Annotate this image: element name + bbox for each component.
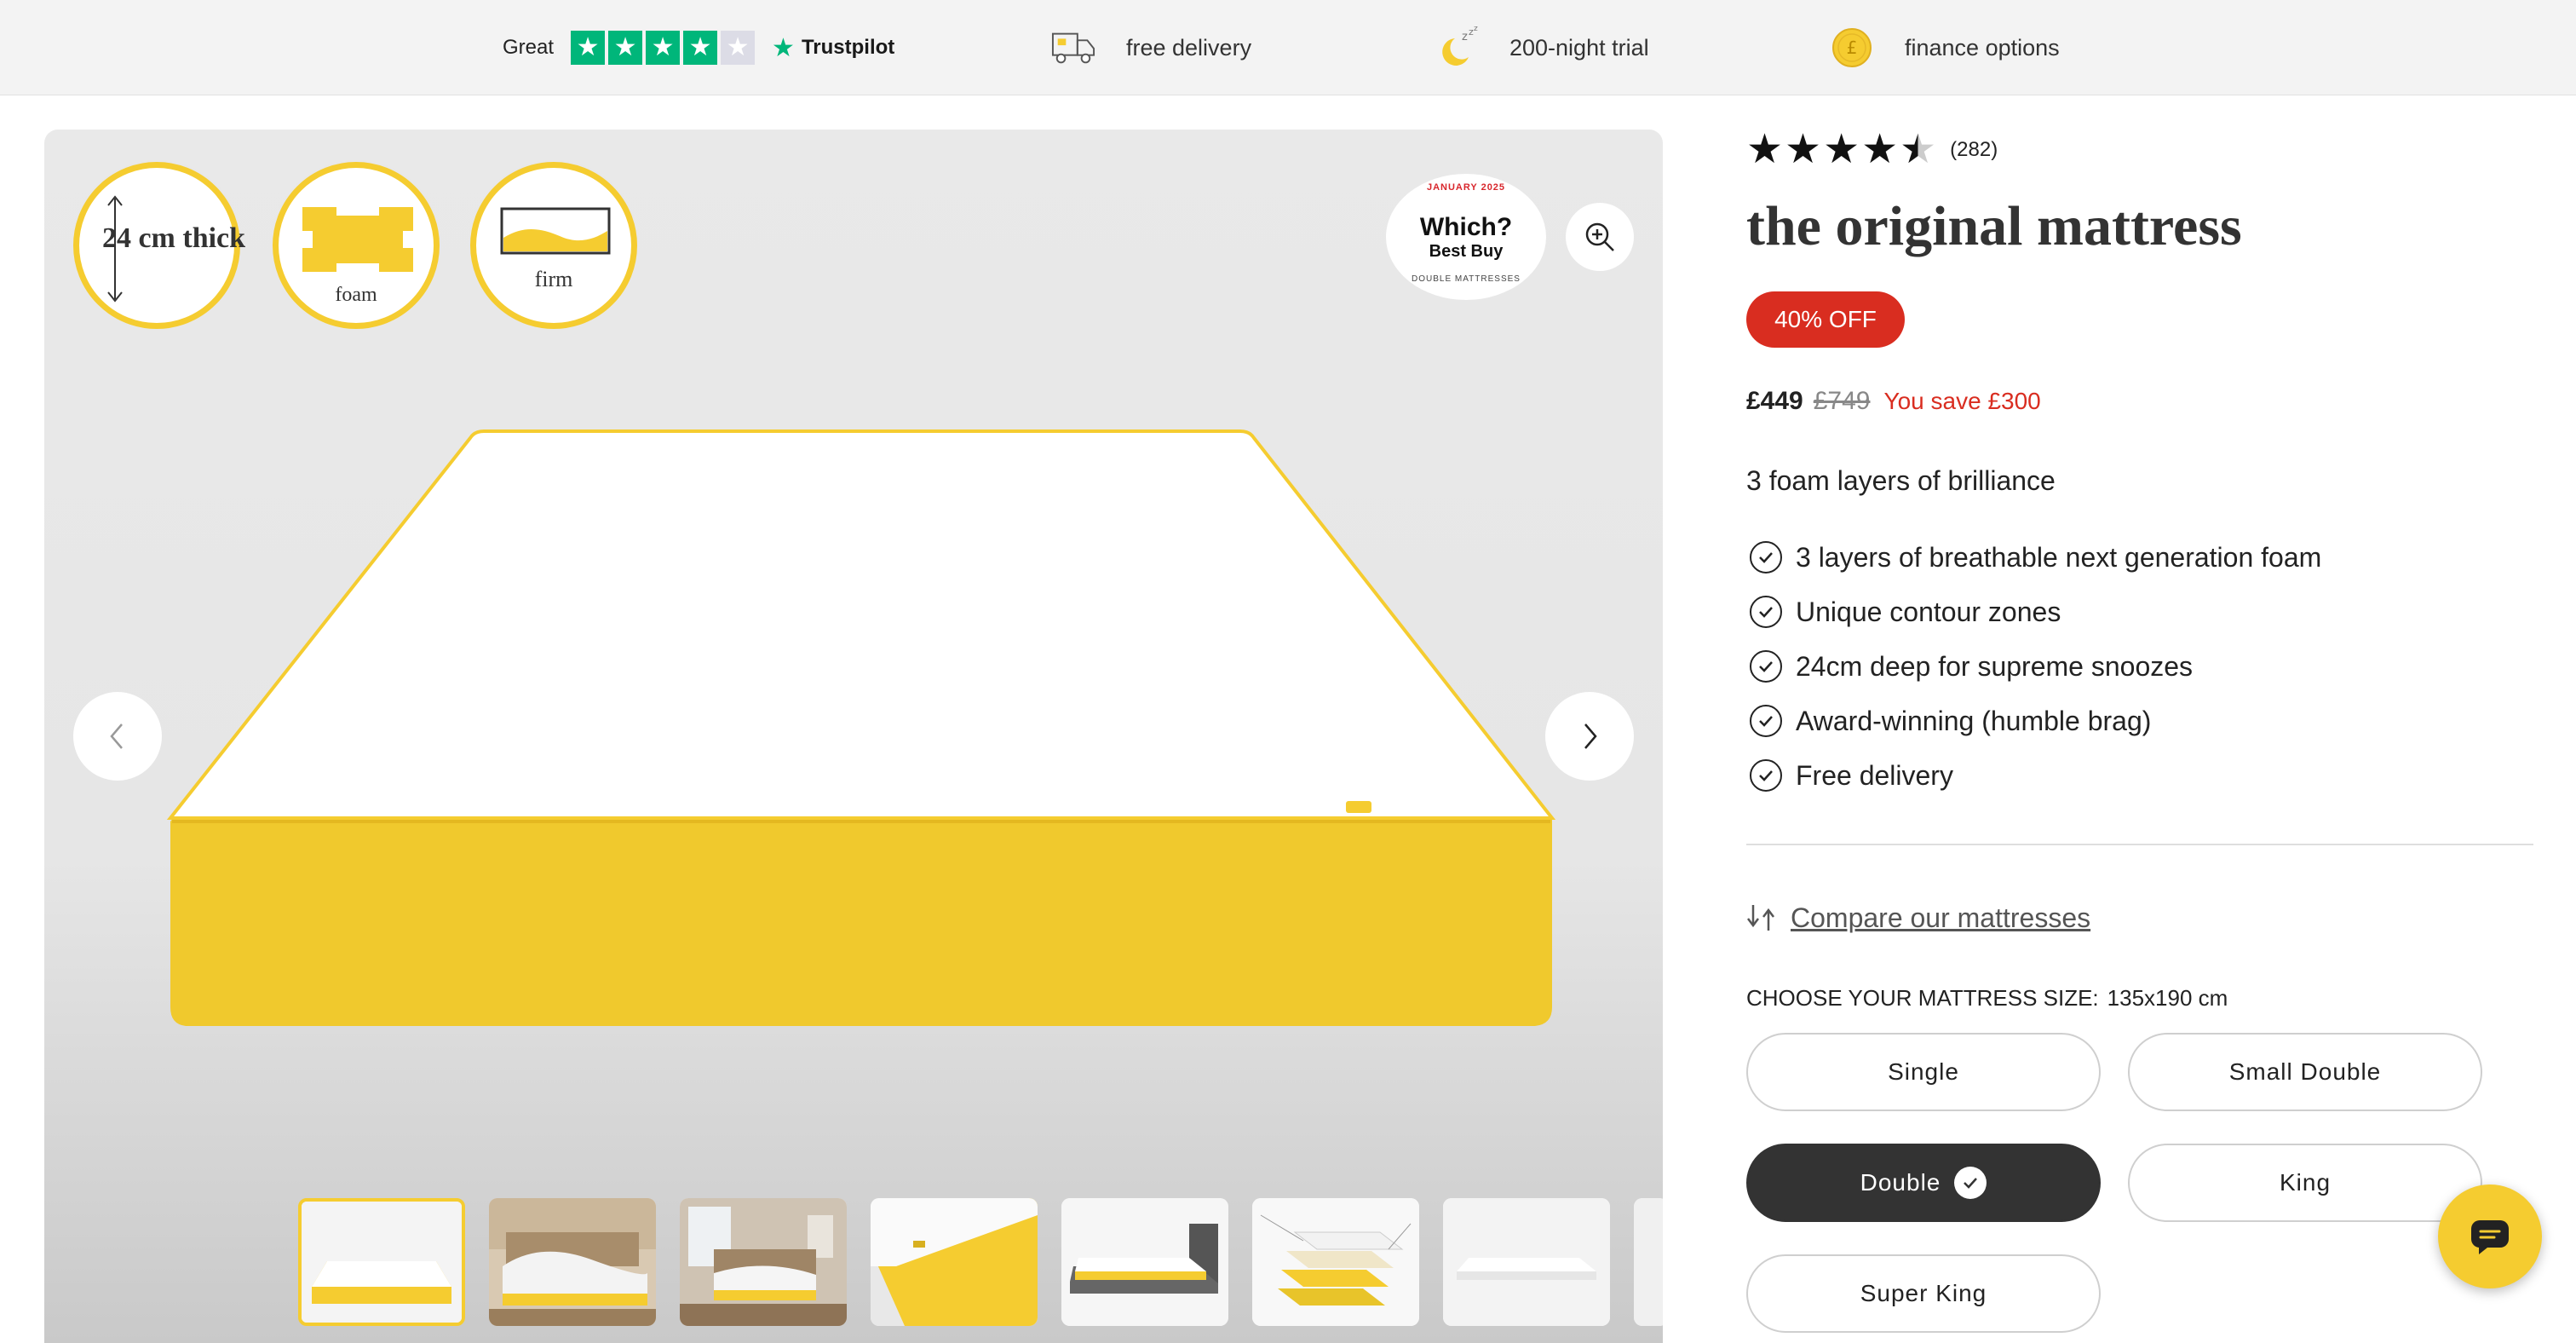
check-circle-icon: [1750, 596, 1782, 628]
size-label: CHOOSE YOUR MATTRESS SIZE:: [1746, 985, 2099, 1011]
trustpilot-brand-label: Trustpilot: [801, 36, 895, 59]
feature-list: 3 layers of breathable next generation f…: [1746, 530, 2321, 803]
feature-text: Free delivery: [1796, 759, 1953, 791]
pound-coin-icon: £: [1830, 26, 1874, 70]
size-option-label: Single: [1888, 1058, 1959, 1085]
usp-label: 200-night trial: [1509, 34, 1649, 61]
compare-mattresses[interactable]: Compare our mattresses: [1746, 902, 2090, 934]
check-icon: [1954, 1167, 1987, 1199]
review-count: (282): [1950, 138, 1998, 161]
moon-sleep-icon: zzz: [1435, 26, 1479, 70]
size-option-label: Super King: [1860, 1280, 1987, 1306]
check-circle-icon: [1750, 705, 1782, 737]
feature-text: Award-winning (humble brag): [1796, 705, 2152, 736]
compare-arrows-icon: [1747, 905, 1774, 931]
chevron-right-icon: [1584, 723, 1597, 749]
size-option-king[interactable]: King: [2128, 1144, 2482, 1222]
thumbnail-partial[interactable]: [1634, 1198, 1663, 1326]
list-item: Award-winning (humble brag): [1746, 694, 2321, 748]
star-icon: ★: [571, 31, 606, 65]
check-circle-icon: [1750, 759, 1782, 792]
star-half-icon: ★: [1900, 127, 1937, 172]
usp-free-delivery: free delivery: [1051, 0, 1251, 95]
chat-button[interactable]: [2438, 1184, 2542, 1288]
usp-label: finance options: [1905, 34, 2060, 61]
compare-link[interactable]: Compare our mattresses: [1791, 902, 2090, 934]
thumbnail-grey-bed-frame[interactable]: [1061, 1198, 1228, 1326]
saving-text: You save £300: [1883, 388, 2041, 414]
star-icon: ★: [1746, 127, 1784, 172]
product-title: the original mattress: [1746, 195, 2242, 257]
usp-label: free delivery: [1126, 34, 1252, 61]
list-item: Unique contour zones: [1746, 585, 2321, 639]
was-price: £749: [1813, 387, 1871, 415]
divider: [1746, 844, 2533, 845]
thumbnail-mattress[interactable]: [298, 1198, 465, 1326]
trustpilot-widget[interactable]: Great ★ ★ ★ ★ ★ ★ Trustpilot: [503, 0, 894, 95]
svg-text:z: z: [1462, 31, 1468, 43]
price-row: £449 £749 You save £300: [1746, 387, 2041, 416]
feature-text: Unique contour zones: [1796, 596, 2061, 627]
product-image-gallery[interactable]: 24 cm thick foam firm JANUARY 2025 Which…: [44, 130, 1663, 1343]
star-icon: ★: [683, 31, 718, 65]
trustpilot-rating-word: Great: [503, 36, 555, 59]
trustpilot-star-icon: ★: [772, 33, 795, 62]
review-rating[interactable]: ★ ★ ★ ★ ★ (282): [1746, 130, 1998, 170]
size-heading: CHOOSE YOUR MATTRESS SIZE: 135x190 cm: [1746, 985, 2228, 1012]
thumbnail-layers-diagram[interactable]: [1252, 1198, 1419, 1326]
list-item: 3 layers of breathable next generation f…: [1746, 530, 2321, 585]
star-icon: ★: [646, 31, 681, 65]
size-option-small-double[interactable]: Small Double: [2128, 1033, 2482, 1111]
thumbnail-mattress-corner[interactable]: [871, 1198, 1038, 1326]
mattress-main-image: [166, 429, 1556, 1026]
thumbnail-mattress-white[interactable]: [1443, 1198, 1610, 1326]
svg-text:£: £: [1847, 37, 1858, 58]
usp-bar: Great ★ ★ ★ ★ ★ ★ Trustpilot free deliver…: [0, 0, 2576, 95]
current-price: £449: [1746, 387, 1803, 415]
feature-text: 3 layers of breathable next generation f…: [1796, 541, 2322, 573]
previous-image-button[interactable]: [73, 692, 162, 781]
list-item: 24cm deep for supreme snoozes: [1746, 639, 2321, 694]
delivery-truck-icon: [1051, 26, 1095, 70]
discount-badge: 40% OFF: [1746, 291, 1905, 348]
product-tagline: 3 foam layers of brilliance: [1746, 465, 2056, 496]
svg-text:z: z: [1474, 26, 1478, 33]
feature-text: 24cm deep for supreme snoozes: [1796, 650, 2194, 682]
next-image-button[interactable]: [1545, 692, 1634, 781]
trustpilot-stars: ★ ★ ★ ★ ★: [571, 31, 758, 65]
star-icon: ★: [608, 31, 643, 65]
size-option-label: Double: [1860, 1169, 1941, 1196]
star-empty-icon: ★: [721, 31, 756, 65]
star-icon: ★: [1861, 127, 1899, 172]
thumbnail-bedroom-duvet[interactable]: [489, 1198, 656, 1326]
chevron-left-icon: [110, 723, 123, 749]
usp-finance: £ finance options: [1830, 0, 2060, 95]
size-value: 135x190 cm: [2107, 985, 2228, 1011]
chat-bubble-icon: [2471, 1220, 2509, 1254]
size-option-single[interactable]: Single: [1746, 1033, 2101, 1111]
check-circle-icon: [1750, 541, 1782, 574]
size-option-label: Small Double: [2228, 1058, 2382, 1085]
size-option-double[interactable]: Double: [1746, 1144, 2101, 1222]
trustpilot-brand: ★ Trustpilot: [772, 33, 894, 63]
thumbnail-bedroom-window[interactable]: [680, 1198, 847, 1326]
star-icon: ★: [1823, 127, 1860, 172]
list-item: Free delivery: [1746, 748, 2321, 803]
star-icon: ★: [1785, 127, 1822, 172]
check-circle-icon: [1750, 650, 1782, 683]
usp-night-trial: zzz 200-night trial: [1435, 0, 1649, 95]
size-option-label: King: [2279, 1169, 2332, 1196]
size-option-super-king[interactable]: Super King: [1746, 1254, 2101, 1333]
